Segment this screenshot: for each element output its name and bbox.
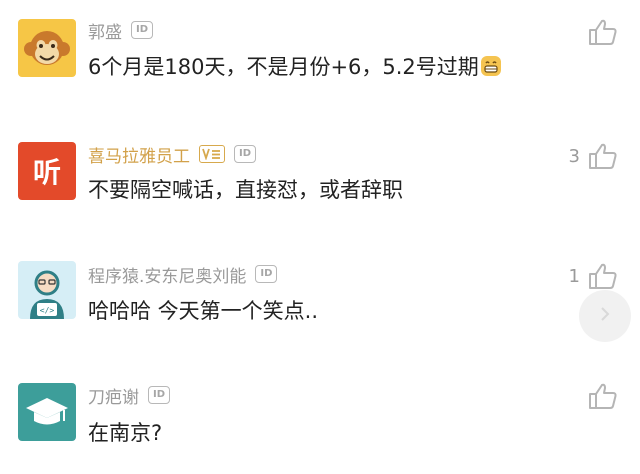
- id-badge: ID: [255, 265, 278, 283]
- thumbs-up-icon: [588, 382, 618, 410]
- graduation-cap-avatar-icon: [18, 383, 76, 441]
- chevron-right-icon: [598, 306, 612, 326]
- svg-text:</>: </>: [40, 306, 55, 315]
- comment-text: 哈哈哈 今天第一个笑点..: [88, 299, 319, 323]
- thumbs-up-icon: [588, 142, 618, 170]
- comment-text-content: 6个月是180天，不是月份+6，5.2号过期: [88, 55, 479, 79]
- like-button[interactable]: [580, 18, 618, 46]
- thumbs-up-icon: [588, 18, 618, 46]
- id-badge: ID: [148, 386, 170, 404]
- comment-item: 刀疤谢 ID 在南京?: [0, 362, 640, 474]
- comment-text: 在南京?: [88, 421, 163, 445]
- id-badge: ID: [131, 21, 153, 39]
- comment-item: 郭盛 ID 6个月是180天，不是月份+6，5.2号过期: [0, 0, 640, 120]
- staff-badge-icon: [199, 145, 225, 163]
- like-button[interactable]: [580, 382, 618, 410]
- avatar[interactable]: </>: [18, 261, 76, 319]
- username[interactable]: 喜马拉雅员工: [88, 142, 190, 167]
- avatar[interactable]: [18, 19, 76, 77]
- like-button[interactable]: 1: [569, 262, 618, 290]
- programmer-avatar-icon: </>: [18, 261, 76, 319]
- username[interactable]: 刀疤谢: [88, 383, 139, 408]
- thumbs-up-icon: [588, 262, 618, 290]
- svg-text:听: 听: [33, 156, 61, 189]
- like-button[interactable]: 3: [569, 142, 618, 170]
- comment-item: 听 喜马拉雅员工 ID 不要隔空喊话，直接怼，或者辞职 3: [0, 120, 640, 240]
- username[interactable]: 郭盛: [88, 18, 122, 43]
- id-badge: ID: [234, 145, 256, 163]
- comment-text: 6个月是180天，不是月份+6，5.2号过期: [88, 51, 502, 82]
- avatar[interactable]: 听: [18, 142, 76, 200]
- like-count: 1: [568, 265, 580, 287]
- grin-emoji-icon: [480, 55, 502, 82]
- comment-text: 不要隔空喊话，直接怼，或者辞职: [88, 178, 403, 202]
- monkey-avatar-icon: [18, 19, 76, 77]
- like-count: 3: [568, 145, 580, 167]
- ximalaya-logo-icon: 听: [18, 142, 76, 200]
- scroll-next-button[interactable]: [579, 290, 631, 342]
- avatar[interactable]: [18, 383, 76, 441]
- username[interactable]: 程序猿.安东尼奥刘能: [88, 262, 246, 287]
- comment-item: </> 程序猿.安东尼奥刘能 ID 哈哈哈 今天第一个笑点.. 1: [0, 240, 640, 360]
